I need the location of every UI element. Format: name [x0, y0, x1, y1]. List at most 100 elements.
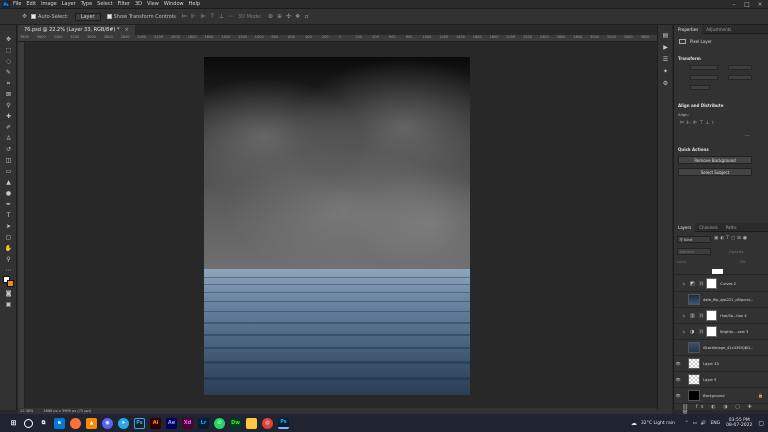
align-buttons-icon[interactable]: ⊨⊩⊫⊤⊥⊦ — [680, 120, 716, 126]
gradient-tool-icon[interactable]: ▭ — [3, 167, 14, 176]
edge-icon[interactable]: e — [54, 417, 65, 429]
file-explorer-icon[interactable] — [246, 417, 257, 429]
layer-row[interactable]: iStockImage_42x33SfQBQ... — [674, 340, 768, 356]
menu-file[interactable]: File — [13, 1, 21, 7]
slide-3d-icon[interactable]: ❖ — [295, 13, 300, 20]
align-right-icon[interactable]: ⊫ — [200, 13, 205, 20]
path-select-icon[interactable]: ➤ — [3, 222, 14, 231]
auto-select-checkbox[interactable]: Auto-Select: — [31, 14, 69, 20]
menu-3d[interactable]: 3D — [135, 1, 142, 7]
rectangle-tool-icon[interactable]: ▢ — [3, 233, 14, 242]
tab-paths[interactable]: Paths — [722, 225, 741, 230]
brush-tool-icon[interactable]: ✐ — [3, 123, 14, 132]
align-top-icon[interactable]: ⊤ — [210, 13, 215, 20]
layer-row[interactable]: 👁 Background 🔒 — [674, 388, 768, 404]
align-center-icon[interactable]: ⊩ — [191, 13, 196, 20]
layer-row[interactable]: 👁 Layer 9 — [674, 372, 768, 388]
align-left-icon[interactable]: ⊨ — [182, 13, 187, 20]
close-tab-icon[interactable]: × — [124, 27, 128, 33]
background-color-swatch[interactable] — [7, 280, 14, 287]
clone-stamp-icon[interactable]: ♙ — [3, 134, 14, 143]
lasso-tool-icon[interactable]: ◌ — [3, 57, 14, 66]
volume-icon[interactable]: 🔊 — [701, 421, 707, 426]
document-image[interactable] — [204, 57, 470, 395]
brush-settings-icon[interactable]: ✦ — [660, 67, 671, 76]
auto-select-dropdown[interactable]: Layer — [74, 12, 101, 21]
eye-icon[interactable]: 👁 — [674, 393, 682, 398]
tab-properties[interactable]: Properties — [674, 24, 703, 34]
libraries-icon[interactable]: ⚙ — [660, 79, 671, 88]
close-icon[interactable]: × — [754, 0, 766, 9]
maximize-icon[interactable]: □ — [741, 0, 753, 9]
layer-row[interactable]: ↳ ◩ ⛓ Curves 2 — [674, 276, 768, 292]
network-icon[interactable]: ▭ — [693, 421, 697, 426]
telegram-icon[interactable]: ➤ — [118, 417, 129, 429]
adjust-sliders-icon[interactable]: ☰ — [660, 55, 671, 64]
eye-icon[interactable]: 👁 — [674, 361, 682, 366]
move-tool-icon[interactable]: ✥ — [3, 35, 14, 44]
menu-type[interactable]: Type — [81, 1, 92, 7]
menu-edit[interactable]: Edit — [26, 1, 36, 7]
eraser-tool-icon[interactable]: ◫ — [3, 156, 14, 165]
pan-3d-icon[interactable]: ✣ — [286, 13, 291, 20]
tab-layers[interactable]: Layers — [674, 222, 696, 232]
layer-filter-dropdown[interactable]: ⚲ Kind — [677, 236, 711, 243]
notification-icon[interactable]: ▢ — [758, 420, 764, 427]
layer-row[interactable]: ↳ ▥ ⛓ Hue/Sa...tion 4 — [674, 308, 768, 324]
photoshop-active-icon[interactable]: Ps — [278, 417, 289, 429]
windows-start-icon[interactable]: ⊞ — [8, 418, 19, 429]
tab-adjustments[interactable]: Adjustments — [702, 27, 735, 32]
history-icon[interactable]: ▤ — [660, 31, 671, 40]
weather-text[interactable]: 32°C Light rain — [641, 421, 675, 426]
y-field[interactable] — [728, 75, 752, 80]
lightroom-app-icon[interactable]: Lr — [198, 417, 209, 429]
whatsapp-icon[interactable]: ✆ — [214, 417, 225, 429]
pen-tool-icon[interactable]: ✒ — [3, 200, 14, 209]
scale-3d-icon[interactable]: ▫ — [304, 13, 308, 20]
layer-row-partial[interactable] — [674, 269, 768, 275]
vlc-icon[interactable]: ▲ — [86, 417, 97, 429]
layer-row[interactable]: date_flip_ajst221_d5lpcnd... — [674, 292, 768, 308]
quick-mask-icon[interactable]: ◙ — [3, 289, 14, 298]
dodge-tool-icon[interactable]: ● — [3, 189, 14, 198]
eyedropper-tool-icon[interactable]: ⚲ — [3, 101, 14, 110]
frame-tool-icon[interactable]: ⊠ — [3, 90, 14, 99]
firefox-icon[interactable] — [70, 417, 81, 429]
search-icon[interactable] — [24, 418, 33, 428]
tab-channels[interactable]: Channels — [695, 225, 722, 230]
roll-3d-icon[interactable]: ⊕ — [277, 13, 282, 20]
select-subject-button[interactable]: Select Subject — [678, 168, 752, 176]
play-actions-icon[interactable]: ▶ — [660, 43, 671, 52]
menu-image[interactable]: Image — [41, 1, 57, 7]
marquee-tool-icon[interactable]: ⬚ — [3, 46, 14, 55]
menu-layer[interactable]: Layer — [62, 1, 76, 7]
menu-window[interactable]: Window — [164, 1, 184, 7]
history-brush-icon[interactable]: ↺ — [3, 145, 14, 154]
more-options-icon[interactable]: ⋯ — [745, 133, 750, 139]
align-middle-icon[interactable]: ⊥ — [219, 13, 224, 20]
chrome-icon[interactable]: ◎ — [262, 417, 273, 429]
eye-icon[interactable]: 👁 — [674, 377, 682, 382]
xd-app-icon[interactable]: Xd — [182, 417, 193, 429]
dreamweaver-app-icon[interactable]: Dw — [230, 417, 241, 429]
menu-help[interactable]: Help — [189, 1, 200, 7]
menu-filter[interactable]: Filter — [118, 1, 130, 7]
x-field[interactable] — [728, 65, 752, 70]
illustrator-app-icon[interactable]: Ai — [150, 417, 161, 429]
after-effects-app-icon[interactable]: Ae — [166, 417, 177, 429]
language-indicator[interactable]: ENG — [710, 421, 720, 426]
clock[interactable]: 03:55 PM 08-07-2022 — [726, 418, 752, 428]
more-tools-icon[interactable]: ⋯ — [3, 266, 14, 275]
type-tool-icon[interactable]: T — [3, 211, 14, 220]
healing-brush-icon[interactable]: ✚ — [3, 112, 14, 121]
document-tab[interactable]: 76.psd @ 22.2% (Layer 33, RGB/8#) * × — [18, 25, 135, 35]
zoom-level[interactable]: 22.38% — [20, 409, 33, 413]
zoom-tool-icon[interactable]: ⚲ — [3, 255, 14, 264]
distribute-icon[interactable]: ⋯ — [228, 13, 234, 20]
transform-controls-checkbox[interactable]: Show Transform Controls — [106, 14, 176, 20]
quick-select-tool-icon[interactable]: ✎ — [3, 68, 14, 77]
blend-mode-dropdown[interactable]: Normal — [677, 248, 711, 255]
task-view-icon[interactable]: ⧉ — [38, 418, 49, 429]
layer-filter-icons[interactable]: ▣◐T▢⊞● — [714, 236, 749, 241]
photoshop-app-icon[interactable]: Ps — [134, 417, 145, 429]
